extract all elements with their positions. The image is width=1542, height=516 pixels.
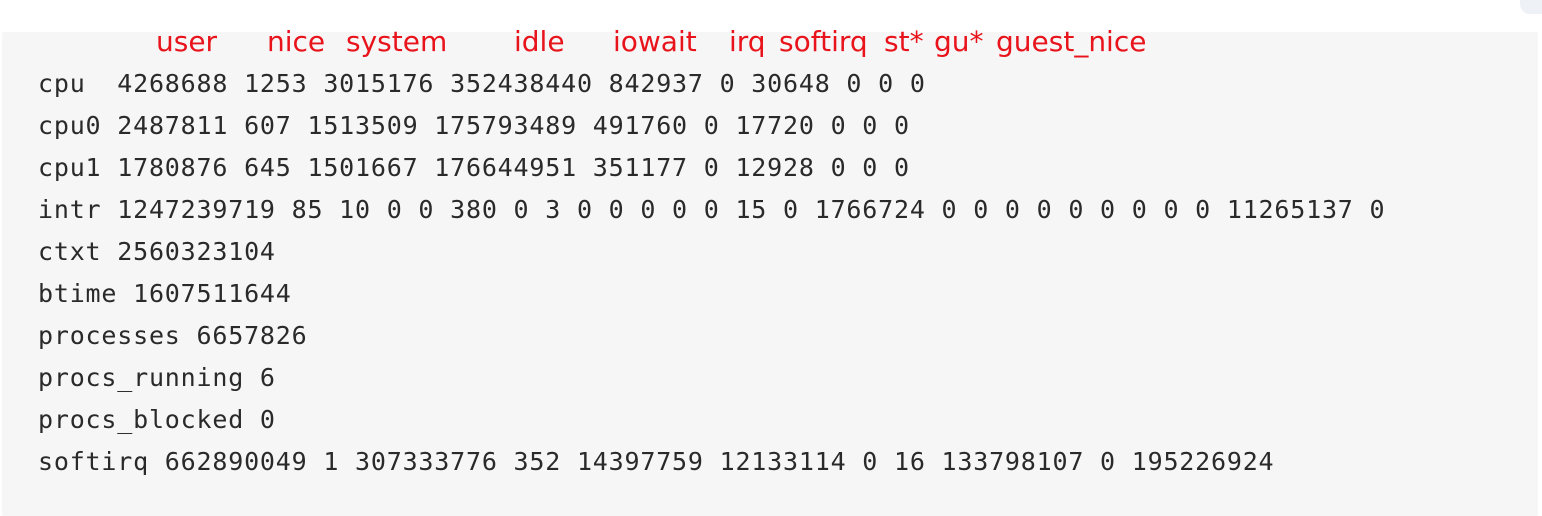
stat-line-processes: processes 6657826 — [38, 321, 308, 350]
page: user nice system idle iowait irq softirq… — [0, 0, 1542, 516]
column-label-idle: idle — [514, 25, 565, 58]
column-label-irq: irq — [729, 25, 766, 58]
stat-line-softirq: softirq 662890049 1 307333776 352 143977… — [38, 447, 1275, 476]
column-label-guest: gu* — [934, 25, 984, 58]
stat-line-cpu1: cpu1 1780876 645 1501667 176644951 35117… — [38, 153, 910, 182]
column-label-steal: st* — [884, 25, 924, 58]
stat-line-cpu0: cpu0 2487811 607 1513509 175793489 49176… — [38, 111, 910, 140]
column-label-iowait: iowait — [613, 25, 697, 58]
stat-line-cpu: cpu 4268688 1253 3015176 352438440 84293… — [38, 69, 926, 98]
scroll-corner — [1520, 0, 1542, 14]
stat-line-procs-running: procs_running 6 — [38, 363, 276, 392]
stat-line-btime: btime 1607511644 — [38, 279, 292, 308]
column-label-guest-nice: guest_nice — [996, 25, 1147, 58]
stat-line-procs-blocked: procs_blocked 0 — [38, 405, 276, 434]
column-label-user: user — [156, 25, 218, 58]
column-label-softirq: softirq — [779, 25, 868, 58]
column-label-nice: nice — [267, 25, 326, 58]
stat-line-intr: intr 1247239719 85 10 0 0 380 0 3 0 0 0 … — [38, 195, 1386, 224]
stat-line-ctxt: ctxt 2560323104 — [38, 237, 276, 266]
column-label-system: system — [346, 25, 448, 58]
